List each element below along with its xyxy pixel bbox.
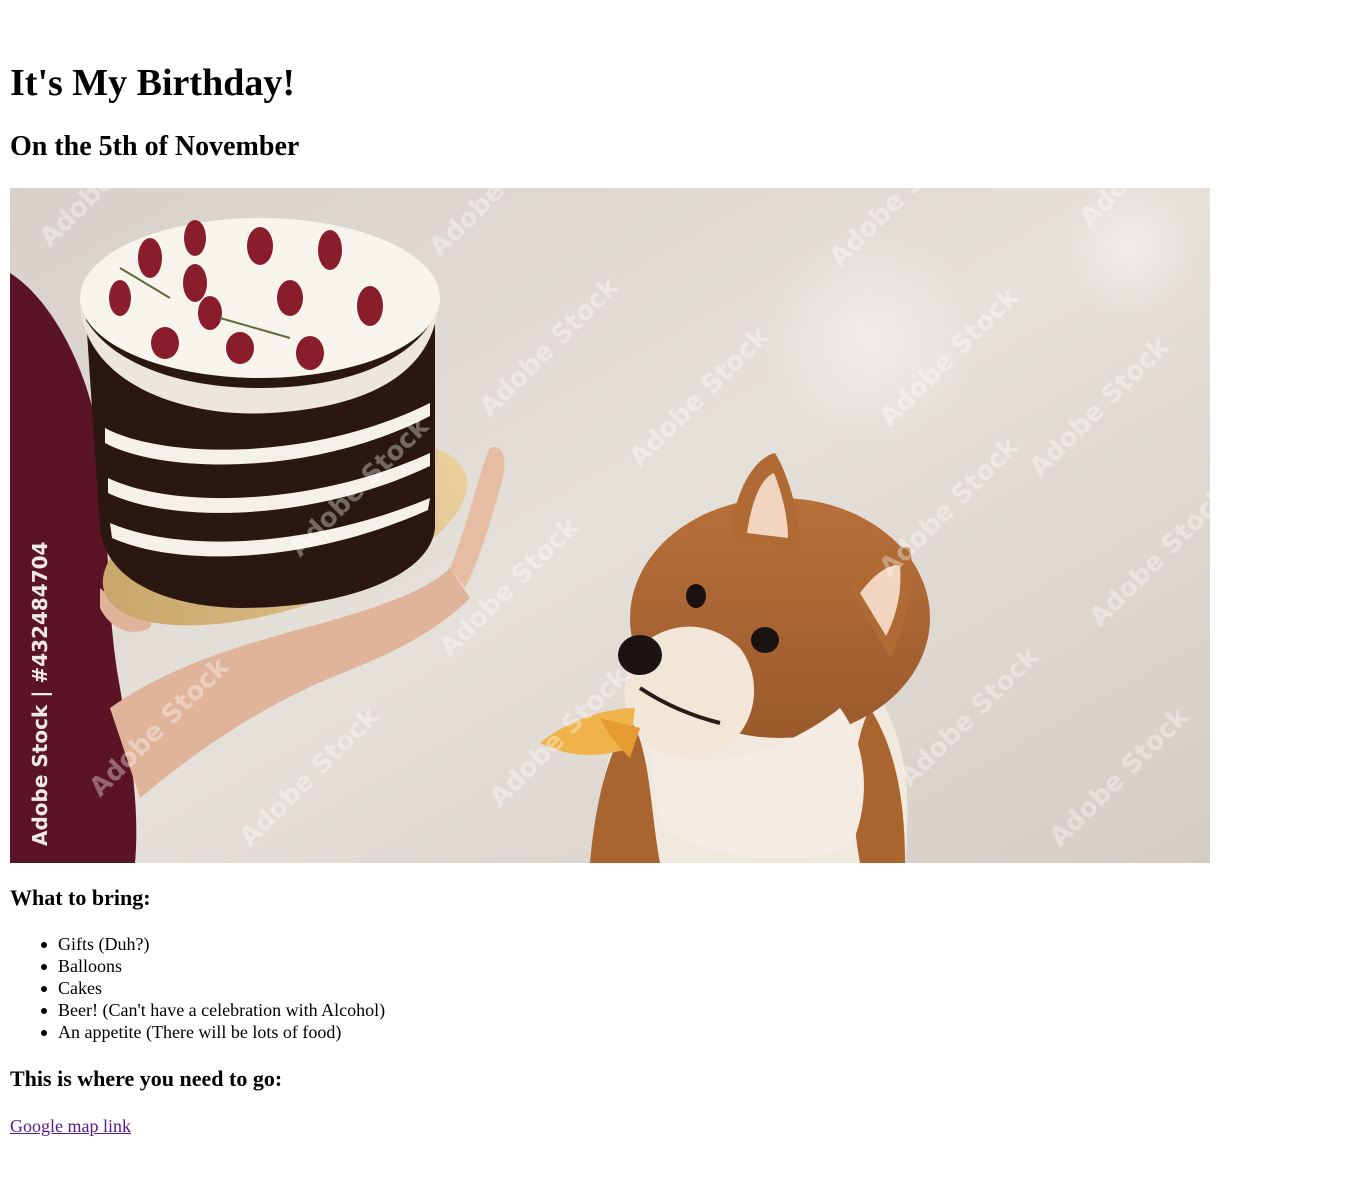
list-item: An appetite (There will be lots of food): [40, 1021, 385, 1043]
bring-heading: What to bring:: [10, 885, 151, 910]
birthday-cake-dog-image: Adobe Stock Adobe Stock Adobe Stock Adob…: [10, 188, 1210, 863]
list-item: Cakes: [40, 977, 385, 999]
page-title: It's My Birthday!: [10, 62, 295, 104]
page-subtitle: On the 5th of November: [10, 131, 300, 162]
list-item: Balloons: [40, 955, 385, 977]
list-item: Beer! (Can't have a celebration with Alc…: [40, 1000, 386, 1020]
location-heading: This is where you need to go:: [10, 1066, 283, 1091]
list-item: Gifts (Duh?): [40, 933, 385, 955]
google-map-link[interactable]: Google map link: [10, 1114, 131, 1138]
bring-list: Gifts (Duh?) Balloons Cakes Beer! (Can't…: [10, 933, 385, 1043]
watermark-side: Adobe Stock | #432484704: [28, 542, 52, 846]
